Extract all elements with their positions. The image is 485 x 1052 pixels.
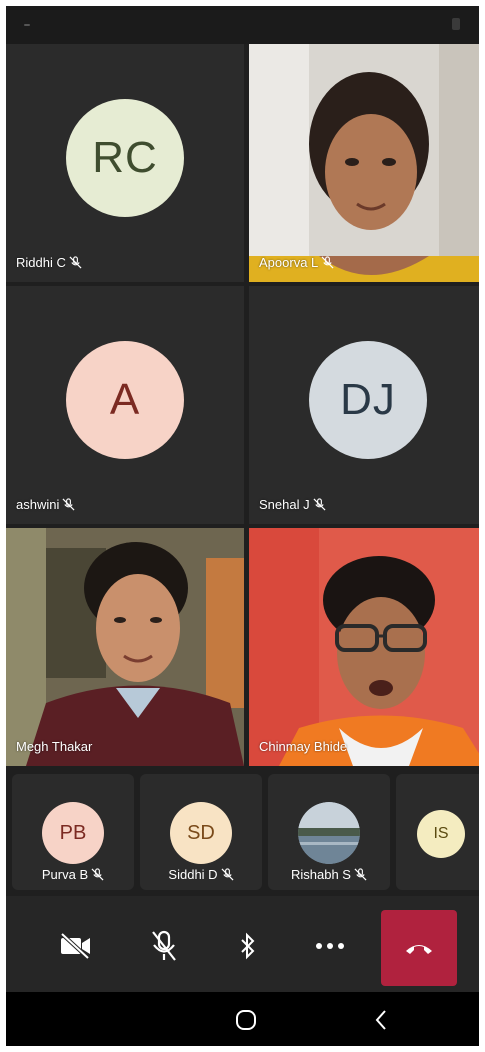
participant-name: Snehal J bbox=[259, 497, 310, 512]
participant-name: Rishabh S bbox=[291, 867, 351, 882]
participant-tile-apoorva[interactable]: Apoorva L bbox=[249, 44, 479, 282]
mic-off-icon bbox=[221, 868, 234, 881]
participant-name: Siddhi D bbox=[168, 867, 218, 882]
system-nav-bar bbox=[6, 992, 479, 1046]
participant-tile-megh[interactable]: Megh Thakar bbox=[6, 528, 244, 766]
back-chevron-icon[interactable] bbox=[374, 1009, 388, 1031]
avatar: SD bbox=[170, 802, 232, 864]
participant-tile-riddhi[interactable]: RC Riddhi C bbox=[6, 44, 244, 282]
avatar: A bbox=[66, 341, 184, 459]
avatar-initials: PB bbox=[59, 821, 87, 844]
home-circle-icon[interactable] bbox=[235, 1009, 257, 1031]
participant-namebar: Riddhi C bbox=[16, 255, 82, 270]
participant-tile-ashwini[interactable]: A ashwini bbox=[6, 286, 244, 524]
mic-off-icon bbox=[354, 868, 367, 881]
bluetooth-audio-button[interactable] bbox=[220, 918, 276, 974]
bluetooth-icon bbox=[241, 932, 255, 960]
participant-name: Apoorva L bbox=[259, 255, 319, 270]
mic-off-icon bbox=[91, 868, 104, 881]
mic-off-icon bbox=[313, 498, 326, 511]
status-bar bbox=[6, 6, 479, 44]
avatar-photo bbox=[298, 802, 360, 864]
mic-off-icon bbox=[152, 930, 176, 961]
participant-namebar: Siddhi D bbox=[140, 867, 262, 882]
avatar: RC bbox=[66, 99, 184, 217]
mic-toggle-button[interactable] bbox=[136, 918, 192, 974]
participant-namebar: ashwini bbox=[16, 497, 75, 512]
mic-off-icon bbox=[321, 256, 334, 269]
participant-card-rishabh[interactable]: Rishabh S bbox=[268, 774, 390, 890]
more-options-button[interactable] bbox=[302, 918, 358, 974]
participant-video bbox=[249, 528, 479, 766]
avatar-initials: IS bbox=[433, 825, 449, 842]
meeting-screen: RC Riddhi C Apoorva L A ashwini DJ Sneha… bbox=[6, 6, 479, 1046]
participant-namebar: Rishabh S bbox=[268, 867, 390, 882]
avatar-initials: RC bbox=[92, 133, 158, 182]
avatar: PB bbox=[42, 802, 104, 864]
participant-namebar: Chinmay Bhide bbox=[259, 739, 347, 754]
participant-tile-snehal[interactable]: DJ Snehal J bbox=[249, 286, 479, 524]
participant-namebar: Purva B bbox=[12, 867, 134, 882]
mic-off-icon bbox=[69, 256, 82, 269]
more-icon bbox=[316, 943, 344, 949]
participant-strip[interactable]: PB Purva B SD Siddhi D Rishabh S IS bbox=[6, 768, 479, 896]
participant-name: ashwini bbox=[16, 497, 60, 512]
participant-name: Riddhi C bbox=[16, 255, 66, 270]
participant-card-is[interactable]: IS bbox=[396, 774, 479, 890]
avatar-initials: SD bbox=[187, 821, 215, 844]
camera-off-icon bbox=[60, 933, 90, 959]
minimize-icon[interactable] bbox=[24, 24, 30, 26]
participant-video bbox=[6, 528, 244, 766]
participant-card-purva[interactable]: PB Purva B bbox=[12, 774, 134, 890]
call-controls bbox=[6, 896, 479, 992]
participant-namebar: Snehal J bbox=[259, 497, 326, 512]
avatar-initials: A bbox=[109, 375, 141, 424]
participant-tile-chinmay[interactable]: Chinmay Bhide bbox=[249, 528, 479, 766]
participant-name: Megh Thakar bbox=[16, 739, 93, 754]
participant-name: Purva B bbox=[41, 867, 89, 882]
participant-namebar: Apoorva L bbox=[259, 255, 334, 270]
battery-icon bbox=[452, 18, 460, 30]
participant-video bbox=[249, 44, 479, 282]
avatar: DJ bbox=[309, 341, 427, 459]
participant-name: Chinmay Bhide bbox=[259, 739, 348, 754]
mic-off-icon bbox=[62, 498, 75, 511]
participant-namebar: Megh Thakar bbox=[16, 739, 92, 754]
end-call-button[interactable] bbox=[381, 910, 457, 986]
avatar-initials: DJ bbox=[340, 375, 396, 424]
avatar: IS bbox=[417, 810, 465, 858]
participant-card-siddhi[interactable]: SD Siddhi D bbox=[140, 774, 262, 890]
camera-toggle-button[interactable] bbox=[48, 918, 104, 974]
end-call-icon bbox=[406, 945, 432, 954]
